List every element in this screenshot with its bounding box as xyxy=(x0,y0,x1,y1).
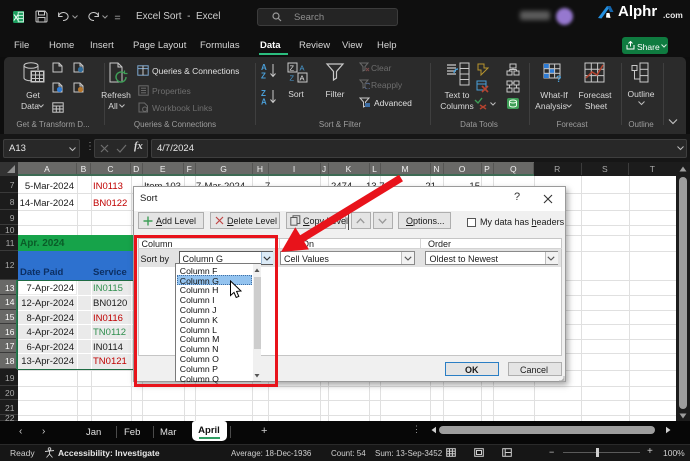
svg-text:A: A xyxy=(300,64,305,73)
svg-text:Z: Z xyxy=(290,64,295,73)
svg-text:Z: Z xyxy=(261,72,266,80)
svg-text:Z: Z xyxy=(290,74,295,83)
svg-text:A: A xyxy=(261,98,267,106)
svg-text:?: ? xyxy=(556,74,562,83)
svg-text:A: A xyxy=(300,74,305,83)
svg-text:X: X xyxy=(13,12,19,22)
